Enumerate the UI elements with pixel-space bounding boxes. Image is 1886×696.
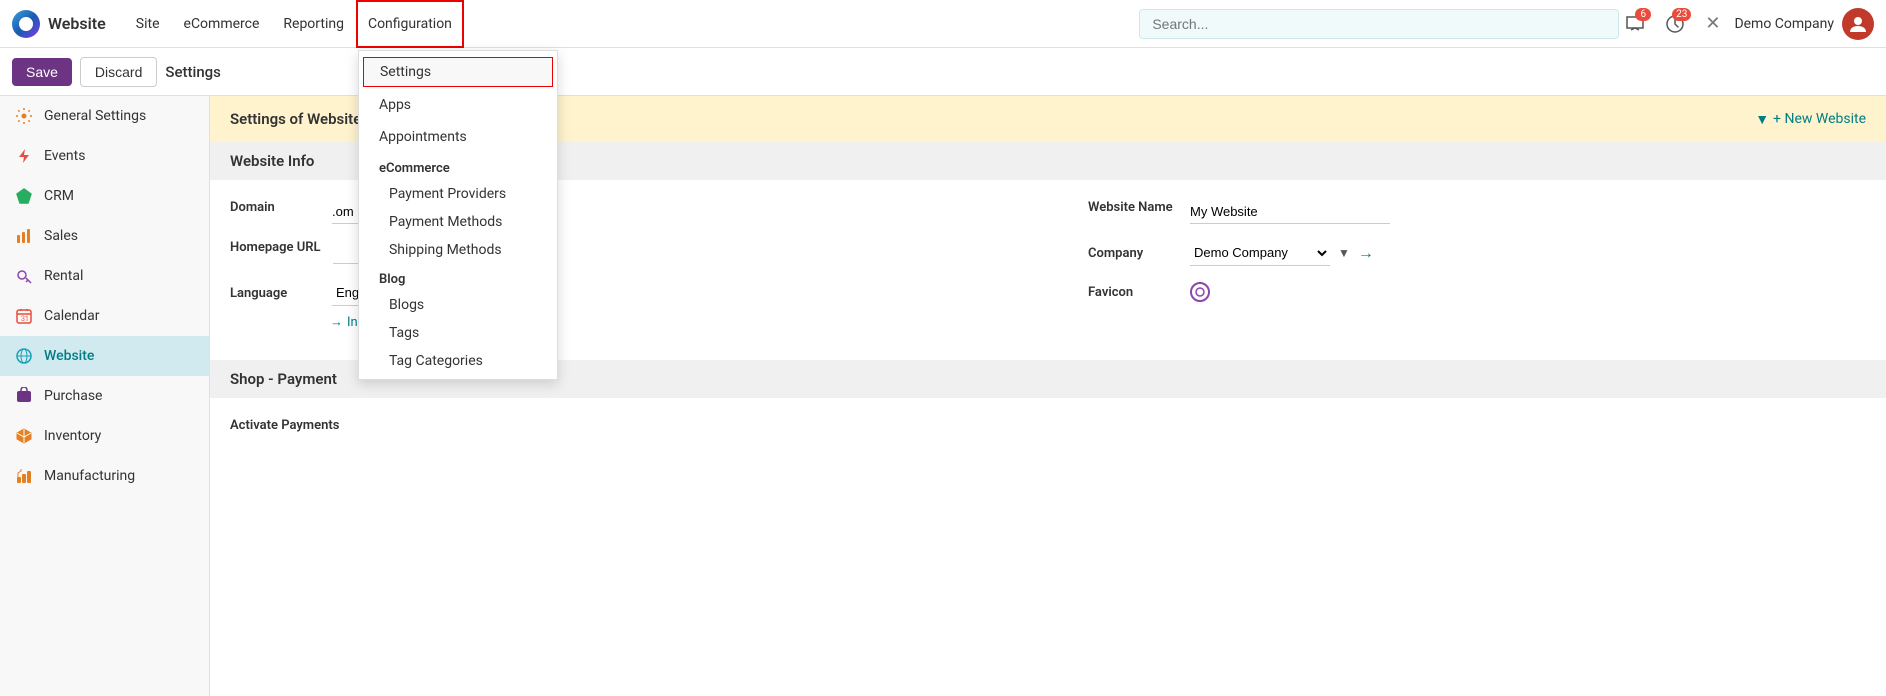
barchart-icon bbox=[14, 226, 34, 246]
dropdown-section-blog: Blog bbox=[359, 264, 557, 291]
messages-button[interactable]: 6 bbox=[1619, 8, 1651, 40]
sidebar-item-inventory[interactable]: Inventory bbox=[0, 416, 209, 456]
sidebar-label-rental: Rental bbox=[44, 268, 83, 284]
arrow-right-icon: → bbox=[330, 314, 343, 330]
messages-badge: 6 bbox=[1635, 8, 1651, 21]
settings-of-website: Settings of Website bbox=[230, 110, 361, 128]
gear-icon bbox=[14, 106, 34, 126]
dropdown-item-payment-providers[interactable]: Payment Providers bbox=[359, 180, 557, 208]
company-select[interactable]: Demo Company bbox=[1190, 240, 1330, 266]
nav-right: 6 23 ✕ Demo Company bbox=[1619, 8, 1874, 40]
diamond-icon bbox=[14, 186, 34, 206]
dropdown-item-tags[interactable]: Tags bbox=[359, 319, 557, 347]
toolbar: Save Discard Settings bbox=[0, 48, 1886, 96]
company-label: Company bbox=[1088, 246, 1178, 261]
save-button[interactable]: Save bbox=[12, 58, 72, 86]
company-external-link[interactable]: → bbox=[1358, 243, 1374, 263]
company-name[interactable]: Demo Company bbox=[1734, 16, 1834, 32]
new-website-button[interactable]: ▼ + New Website bbox=[1755, 111, 1866, 128]
sidebar-label-sales: Sales bbox=[44, 228, 78, 244]
website-name-input[interactable] bbox=[1190, 200, 1390, 224]
dropdown-menu: Settings Apps Appointments eCommerce Pay… bbox=[358, 50, 558, 380]
favicon-upload[interactable] bbox=[1190, 282, 1210, 302]
dropdown-item-tag-categories[interactable]: Tag Categories bbox=[359, 347, 557, 375]
domain-label: Domain bbox=[230, 200, 320, 215]
nav-brand: Website bbox=[48, 14, 106, 33]
dropdown-item-settings[interactable]: Settings bbox=[363, 57, 553, 87]
svg-text:31: 31 bbox=[21, 315, 29, 323]
top-nav: Website Site eCommerce Reporting Configu… bbox=[0, 0, 1886, 48]
sidebar-item-manufacturing[interactable]: Manufacturing bbox=[0, 456, 209, 496]
manufacturing-icon bbox=[14, 466, 34, 486]
sidebar-label-crm: CRM bbox=[44, 188, 74, 204]
purchase-icon bbox=[14, 386, 34, 406]
dropdown-item-appointments[interactable]: Appointments bbox=[359, 121, 557, 153]
sidebar-label-manufacturing: Manufacturing bbox=[44, 468, 135, 484]
sidebar-label-calendar: Calendar bbox=[44, 308, 100, 324]
dropdown-item-payment-methods[interactable]: Payment Methods bbox=[359, 208, 557, 236]
dropdown-item-shipping-methods[interactable]: Shipping Methods bbox=[359, 236, 557, 264]
sidebar-item-sales[interactable]: Sales bbox=[0, 216, 209, 256]
app-logo[interactable] bbox=[12, 10, 40, 38]
configuration-dropdown: Settings Apps Appointments eCommerce Pay… bbox=[358, 50, 558, 380]
clock-button[interactable]: 23 bbox=[1659, 8, 1691, 40]
close-button[interactable]: ✕ bbox=[1699, 13, 1726, 34]
dropdown-section-ecommerce: eCommerce bbox=[359, 153, 557, 180]
key-icon bbox=[14, 266, 34, 286]
toolbar-title: Settings bbox=[165, 63, 221, 81]
website-name-label: Website Name bbox=[1088, 200, 1178, 215]
sidebar-label-inventory: Inventory bbox=[44, 428, 101, 444]
search-bar bbox=[1139, 9, 1619, 39]
sidebar-item-crm[interactable]: CRM bbox=[0, 176, 209, 216]
sidebar-item-calendar[interactable]: 31 Calendar bbox=[0, 296, 209, 336]
sidebar-item-general-settings[interactable]: General Settings bbox=[0, 96, 209, 136]
shop-payment-form: Activate Payments bbox=[210, 398, 1886, 453]
company-select-row: Demo Company ▼ → bbox=[1190, 240, 1374, 266]
globe-icon bbox=[14, 346, 34, 366]
language-label: Language bbox=[230, 286, 320, 301]
sidebar-item-events[interactable]: Events bbox=[0, 136, 209, 176]
activate-payments-label: Activate Payments bbox=[230, 418, 339, 433]
lightning-icon bbox=[14, 146, 34, 166]
sidebar-item-website[interactable]: Website bbox=[0, 336, 209, 376]
main-layout: General Settings Events CRM bbox=[0, 96, 1886, 696]
nav-item-site[interactable]: Site bbox=[124, 0, 172, 48]
user-avatar[interactable] bbox=[1842, 8, 1874, 40]
dropdown-arrow-icon: ▼ bbox=[1755, 111, 1769, 128]
sidebar-item-purchase[interactable]: Purchase bbox=[0, 376, 209, 416]
favicon-label: Favicon bbox=[1088, 285, 1178, 300]
sidebar-label-purchase: Purchase bbox=[44, 388, 102, 404]
homepage-url-label: Homepage URL bbox=[230, 240, 321, 255]
nav-item-ecommerce[interactable]: eCommerce bbox=[172, 0, 272, 48]
clock-badge: 23 bbox=[1672, 8, 1691, 21]
nav-item-reporting[interactable]: Reporting bbox=[271, 0, 356, 48]
dropdown-item-blogs[interactable]: Blogs bbox=[359, 291, 557, 319]
nav-item-configuration[interactable]: Configuration Settings Apps Appointments… bbox=[356, 0, 464, 48]
sidebar-item-rental[interactable]: Rental bbox=[0, 256, 209, 296]
calendar-icon: 31 bbox=[14, 306, 34, 326]
discard-button[interactable]: Discard bbox=[80, 57, 157, 87]
search-input[interactable] bbox=[1139, 9, 1619, 39]
inventory-icon bbox=[14, 426, 34, 446]
sidebar-label-general-settings: General Settings bbox=[44, 108, 146, 124]
sidebar: General Settings Events CRM bbox=[0, 96, 210, 696]
sidebar-label-events: Events bbox=[44, 148, 85, 164]
dropdown-item-apps[interactable]: Apps bbox=[359, 89, 557, 121]
company-dropdown-arrow: ▼ bbox=[1338, 246, 1350, 260]
sidebar-label-website: Website bbox=[44, 348, 94, 364]
